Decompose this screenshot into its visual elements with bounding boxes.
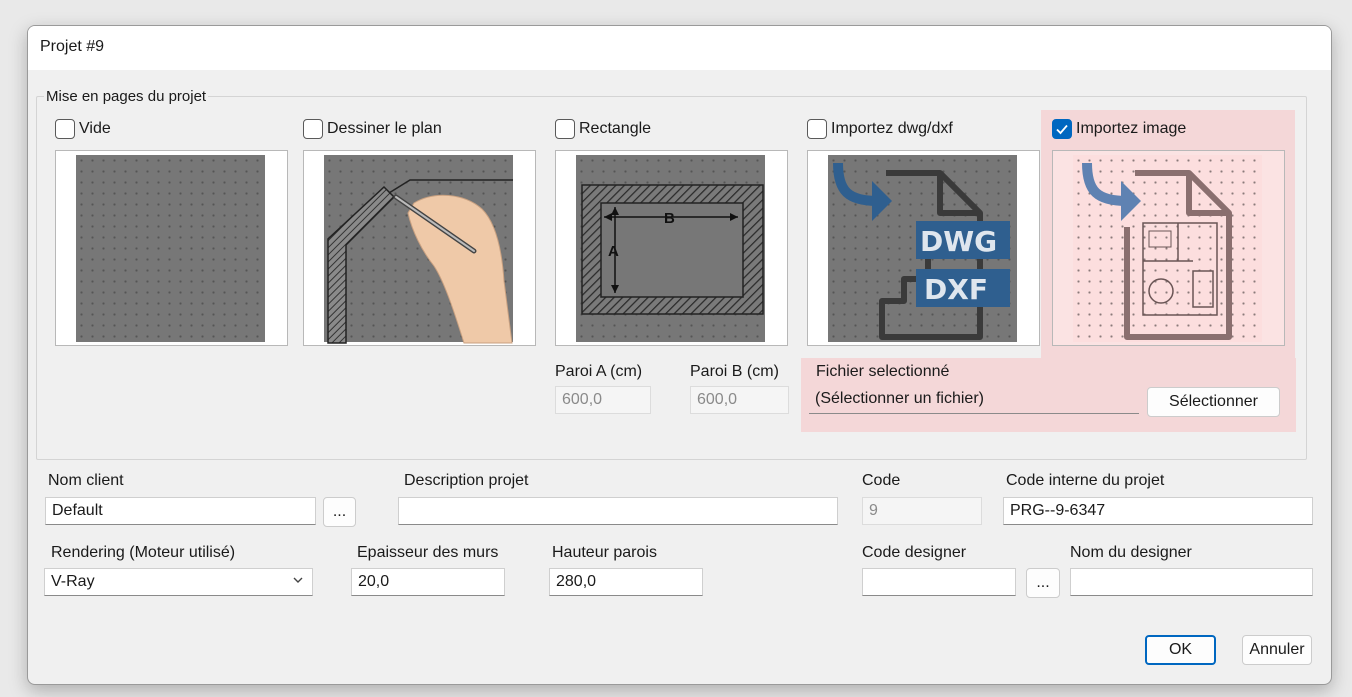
checkbox-image[interactable]: [1052, 119, 1072, 139]
rendering-label: Rendering (Moteur utilisé): [51, 544, 236, 561]
wall-thickness-label: Epaisseur des murs: [357, 544, 499, 561]
checkbox-dessiner[interactable]: [303, 119, 323, 139]
designer-browse-button[interactable]: ...: [1026, 568, 1060, 598]
option-dessiner[interactable]: Dessiner le plan: [303, 119, 442, 139]
image-graphic: [1082, 162, 1232, 340]
thumb-rectangle[interactable]: B A: [555, 150, 788, 346]
checkbox-dwg[interactable]: [807, 119, 827, 139]
dwg-text: DWG: [920, 225, 997, 258]
title-bar: Projet #9: [28, 26, 1331, 70]
designer-code-label: Code designer: [862, 544, 967, 561]
dxf-text: DXF: [924, 273, 988, 306]
checkmark-icon: [1056, 124, 1068, 135]
description-label: Description projet: [404, 472, 529, 489]
option-rectangle[interactable]: Rectangle: [555, 119, 651, 139]
client-label: Nom client: [48, 472, 124, 489]
paroi-a-input[interactable]: 600,0: [555, 386, 651, 414]
thumb-image[interactable]: [1052, 150, 1285, 346]
window-title: Projet #9: [40, 38, 105, 55]
wall-height-input[interactable]: 280,0: [549, 568, 703, 596]
rectangle-graphic: B A: [581, 184, 764, 315]
option-vide-label: Vide: [79, 120, 111, 137]
hand-drawing-graphic: [327, 179, 513, 344]
option-dwg[interactable]: Importez dwg/dxf: [807, 119, 953, 139]
file-label: Fichier selectionné: [816, 363, 950, 380]
rendering-select[interactable]: V-Ray: [44, 568, 313, 596]
client-input[interactable]: Default: [45, 497, 316, 525]
rendering-value: V-Ray: [51, 573, 95, 590]
thumb-vide[interactable]: [55, 150, 288, 346]
checkbox-rectangle[interactable]: [555, 119, 575, 139]
file-path-field[interactable]: (Sélectionner un fichier): [809, 386, 1139, 414]
option-dessiner-label: Dessiner le plan: [327, 120, 442, 137]
checkbox-vide[interactable]: [55, 119, 75, 139]
code-input[interactable]: 9: [862, 497, 982, 525]
paroi-b-input[interactable]: 600,0: [690, 386, 789, 414]
internal-code-label: Code interne du projet: [1006, 472, 1165, 489]
layout-group-title: Mise en pages du projet: [44, 88, 209, 105]
designer-name-input[interactable]: [1070, 568, 1313, 596]
wall-a-letter: A: [608, 243, 619, 260]
ok-button[interactable]: OK: [1145, 635, 1216, 665]
wall-b-letter: B: [664, 210, 675, 227]
dwg-graphic: DWG DXF: [833, 162, 1010, 340]
option-image-label: Importez image: [1076, 120, 1187, 137]
designer-name-label: Nom du designer: [1070, 544, 1192, 561]
option-dwg-label: Importez dwg/dxf: [831, 120, 953, 137]
paroi-a-label: Paroi A (cm): [555, 363, 643, 380]
option-rectangle-label: Rectangle: [579, 120, 652, 137]
internal-code-input[interactable]: PRG--9-6347: [1003, 497, 1313, 525]
chevron-down-icon: [292, 573, 304, 589]
empty-grid-icon: [76, 155, 265, 342]
wall-height-label: Hauteur parois: [552, 544, 657, 561]
select-file-button[interactable]: Sélectionner: [1147, 387, 1280, 417]
project-dialog: Projet #9 Mise en pages du projet Vide D…: [27, 25, 1332, 685]
wall-thickness-input[interactable]: 20,0: [351, 568, 505, 596]
thumb-dessiner[interactable]: [303, 150, 536, 346]
option-vide[interactable]: Vide: [55, 119, 111, 139]
thumb-dwg[interactable]: DWG DXF: [807, 150, 1040, 346]
description-input[interactable]: [398, 497, 838, 525]
cancel-button[interactable]: Annuler: [1242, 635, 1312, 665]
paroi-b-label: Paroi B (cm): [690, 363, 779, 380]
code-label: Code: [862, 472, 901, 489]
designer-code-input[interactable]: [862, 568, 1016, 596]
option-image[interactable]: Importez image: [1052, 119, 1186, 139]
client-browse-button[interactable]: ...: [323, 497, 356, 527]
